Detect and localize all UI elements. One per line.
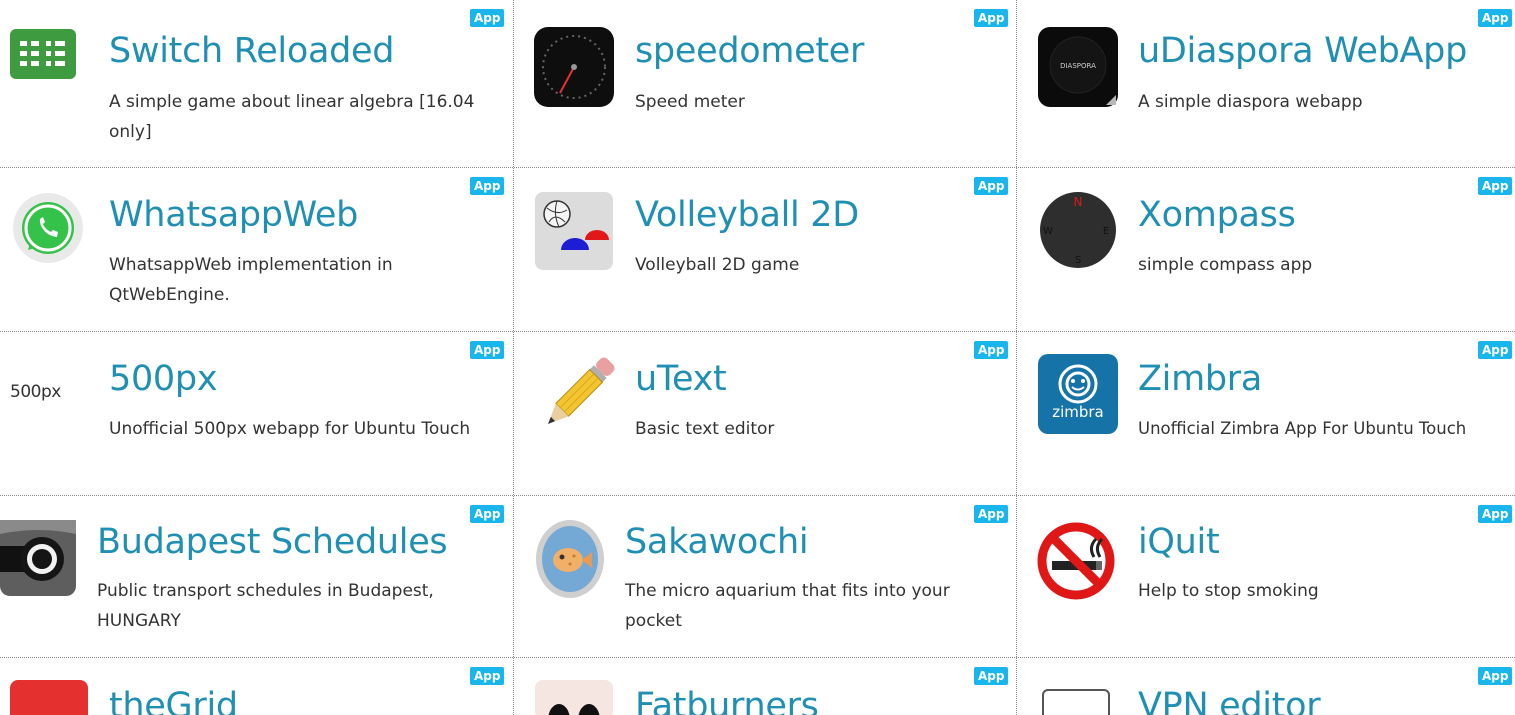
compass-east-label: E — [1103, 226, 1109, 237]
app-badge: App — [470, 177, 505, 195]
app-title[interactable]: WhatsappWeb — [109, 195, 358, 235]
no-smoking-icon — [1036, 521, 1116, 601]
app-title[interactable]: Volleyball 2D — [635, 195, 859, 235]
switch-reloaded-grid-icon — [10, 29, 76, 79]
app-description: simple compass app — [1138, 255, 1313, 275]
app-description: The micro aquarium that fits into your p… — [625, 581, 950, 631]
zimbra-icon: zimbra — [1038, 354, 1118, 434]
app-description: Basic text editor — [635, 419, 775, 439]
app-card-volleyball-2d[interactable]: App Volleyball 2D Volleyball 2D game — [514, 168, 1016, 331]
app-title[interactable]: theGrid — [109, 686, 238, 715]
app-card-thegrid[interactable]: App theGrid — [0, 658, 513, 715]
app-badge: App — [470, 341, 505, 359]
speedometer-icon — [534, 27, 614, 107]
app-card-zimbra[interactable]: App zimbra Zimbra Unofficial Zimbra App … — [1017, 332, 1515, 495]
diaspora-icon-label: DIASPORA — [1060, 62, 1096, 70]
thegrid-icon — [10, 680, 88, 715]
fish-icon — [534, 518, 606, 600]
app-card-fatburners[interactable]: App Fatburners — [514, 658, 1016, 715]
500px-logo-text: 500px — [10, 382, 61, 402]
app-badge: App — [1478, 667, 1513, 685]
app-description: Speed meter — [635, 92, 745, 112]
app-description: Unofficial 500px webapp for Ubuntu Touch — [109, 419, 471, 439]
app-title[interactable]: Budapest Schedules — [97, 522, 448, 562]
fatburners-icon — [535, 680, 613, 715]
app-description: A simple diaspora webapp — [1138, 92, 1363, 112]
app-card-udiaspora[interactable]: App DIASPORA uDiaspora WebApp A simple d… — [1017, 0, 1515, 167]
app-card-xompass[interactable]: App N W E S Xompass simple compass app — [1017, 168, 1515, 331]
app-badge: App — [1478, 341, 1513, 359]
app-title[interactable]: uDiaspora WebApp — [1138, 31, 1467, 71]
compass-south-label: S — [1075, 255, 1081, 266]
app-badge: App — [974, 341, 1009, 359]
app-card-switch-reloaded[interactable]: App Switch Reloaded A simple game about … — [0, 0, 513, 167]
app-card-500px[interactable]: App 500px 500px Unofficial 500px webapp … — [0, 332, 513, 495]
app-badge: App — [974, 667, 1009, 685]
app-badge: App — [974, 177, 1009, 195]
app-card-sakawochi[interactable]: App Sakawochi The micro aquarium that fi… — [514, 496, 1016, 657]
app-description: Volleyball 2D game — [635, 255, 800, 275]
app-title[interactable]: Zimbra — [1138, 359, 1262, 399]
compass-west-label: W — [1043, 226, 1053, 237]
app-badge: App — [1478, 9, 1513, 27]
camera-lens-icon — [0, 520, 76, 596]
app-description: Public transport schedules in Budapest, … — [97, 581, 434, 631]
diaspora-icon: DIASPORA — [1038, 27, 1118, 107]
app-title[interactable]: VPN editor — [1138, 686, 1321, 715]
app-title[interactable]: speedometer — [635, 31, 864, 71]
compass-north-label: N — [1074, 195, 1083, 209]
zimbra-icon-label: zimbra — [1052, 403, 1104, 421]
volleyball-icon — [535, 192, 613, 270]
app-card-vpn-editor[interactable]: App VPN editor — [1017, 658, 1515, 715]
pencil-icon — [536, 354, 618, 436]
app-description: Unofficial Zimbra App For Ubuntu Touch — [1138, 419, 1467, 438]
app-badge: App — [470, 667, 505, 685]
app-title[interactable]: Sakawochi — [625, 522, 809, 562]
app-badge: App — [974, 9, 1009, 27]
app-badge: App — [1478, 177, 1513, 195]
app-title[interactable]: 500px — [109, 359, 218, 399]
app-description: A simple game about linear algebra [16.0… — [109, 92, 475, 142]
app-badge: App — [1478, 505, 1513, 523]
app-card-iquit[interactable]: App iQuit Help to stop smoking — [1017, 496, 1515, 657]
app-title[interactable]: iQuit — [1138, 522, 1220, 562]
vpn-editor-icon — [1042, 689, 1114, 715]
500px-logo-icon: 500px — [10, 377, 90, 407]
app-card-utext[interactable]: App uText Basic text editor — [514, 332, 1016, 495]
app-badge: App — [470, 9, 505, 27]
app-card-speedometer[interactable]: App speedometer Speed meter — [514, 0, 1016, 167]
whatsapp-icon — [12, 192, 84, 264]
app-description: WhatsappWeb implementation in QtWebEngin… — [109, 255, 393, 305]
app-card-whatsappweb[interactable]: App WhatsappWeb WhatsappWeb implementati… — [0, 168, 513, 331]
app-badge: App — [470, 505, 505, 523]
app-description: Help to stop smoking — [1138, 581, 1319, 601]
app-card-budapest-schedules[interactable]: App Budapest Schedules Public transport … — [0, 496, 513, 657]
app-badge: App — [974, 505, 1009, 523]
app-title[interactable]: Switch Reloaded — [109, 31, 394, 71]
app-title[interactable]: Xompass — [1138, 195, 1296, 235]
compass-icon: N W E S — [1038, 190, 1118, 270]
app-title[interactable]: Fatburners — [635, 686, 819, 715]
app-title[interactable]: uText — [635, 359, 727, 399]
